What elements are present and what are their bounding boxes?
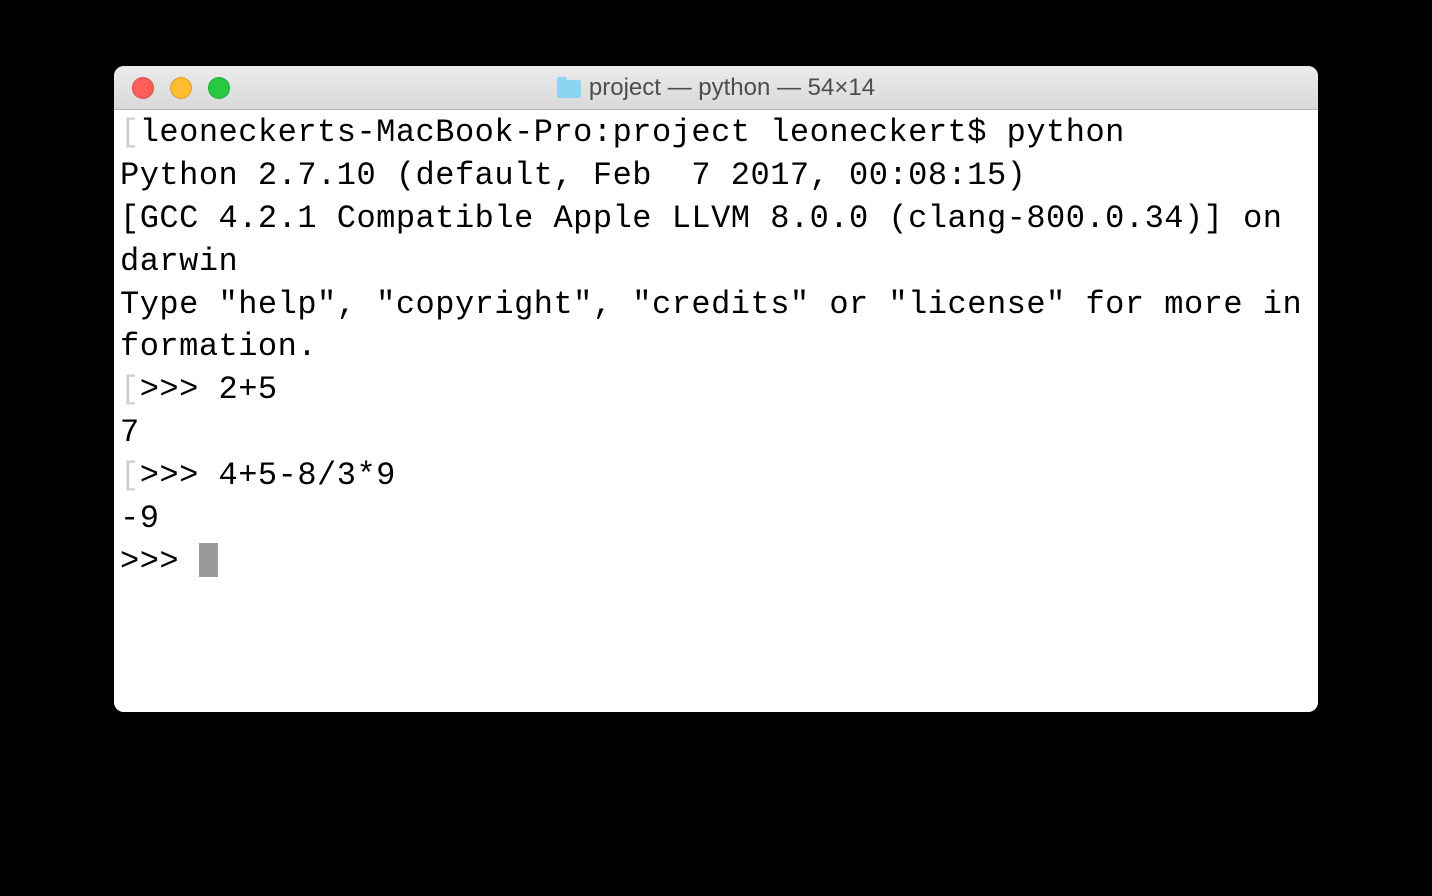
repl-prompt: >>> bbox=[140, 371, 219, 408]
traffic-lights bbox=[114, 77, 230, 99]
python-banner-line: Python 2.7.10 (default, Feb 7 2017, 00:0… bbox=[120, 155, 1312, 198]
titlebar[interactable]: project — python — 54×14 bbox=[114, 66, 1318, 110]
repl-input: 2+5 bbox=[219, 371, 278, 408]
close-icon[interactable] bbox=[132, 77, 154, 99]
cursor-icon bbox=[199, 543, 218, 577]
terminal-window: project — python — 54×14 [leoneckerts-Ma… bbox=[114, 66, 1318, 712]
repl-output: 7 bbox=[120, 412, 1312, 455]
repl-prompt: >>> bbox=[140, 457, 219, 494]
repl-prompt: >>> bbox=[120, 543, 199, 580]
folder-icon bbox=[557, 80, 581, 98]
zoom-icon[interactable] bbox=[208, 77, 230, 99]
window-title: project — python — 54×14 bbox=[589, 74, 875, 102]
minimize-icon[interactable] bbox=[170, 77, 192, 99]
repl-input: 4+5-8/3*9 bbox=[219, 457, 396, 494]
terminal-body[interactable]: [leoneckerts-MacBook-Pro:project leoneck… bbox=[114, 110, 1318, 712]
python-banner-line: [GCC 4.2.1 Compatible Apple LLVM 8.0.0 (… bbox=[120, 198, 1312, 284]
repl-output: -9 bbox=[120, 498, 1312, 541]
shell-prompt-line: leoneckerts-MacBook-Pro:project leonecke… bbox=[140, 114, 1125, 151]
python-banner-line: Type "help", "copyright", "credits" or "… bbox=[120, 284, 1312, 370]
window-title-group: project — python — 54×14 bbox=[557, 74, 875, 102]
